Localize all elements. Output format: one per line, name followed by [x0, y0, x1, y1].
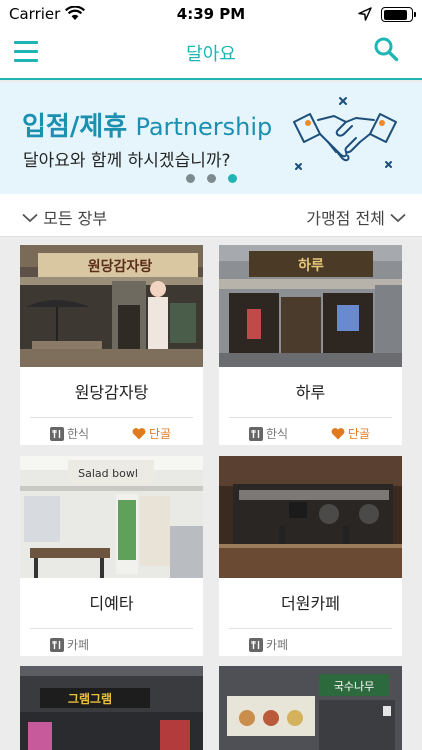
store-name: 하루 [295, 383, 326, 402]
pager-dot[interactable] [207, 174, 216, 183]
store-photo: Salad bowl [20, 456, 203, 578]
store-category: 한식 [50, 425, 89, 442]
category-label: 한식 [266, 427, 289, 441]
filter-bar: 모든 장부 가맹점 전체 [0, 194, 422, 237]
search-icon[interactable] [373, 36, 399, 62]
store-name: 원당감자탕 [74, 383, 149, 402]
store-sign: 국수나무 [334, 680, 374, 693]
ledger-filter-dropdown[interactable]: 모든 장부 [22, 205, 107, 229]
utensils-icon [249, 426, 263, 441]
store-photo [219, 456, 402, 578]
divider [229, 628, 392, 629]
divider [30, 628, 193, 629]
store-card[interactable]: 하루 하루 한식 단골 [219, 245, 402, 445]
banner-title: 입점/제휴 Partnership [22, 106, 272, 143]
store-card[interactable]: 원당감자탕 원당감자탕 한식 단골 [20, 245, 203, 445]
location-arrow-icon [358, 7, 372, 21]
banner-title-ko: 입점/제휴 [22, 112, 128, 142]
status-bar: Carrier 4:39 PM [0, 0, 422, 30]
heart-icon [331, 428, 345, 440]
store-filter-label: 가맹점 전체 [306, 209, 385, 228]
category-label: 카페 [67, 638, 90, 652]
favorite-label: 단골 [348, 427, 371, 441]
store-name: 더원카페 [281, 594, 340, 613]
partnership-banner[interactable]: 입점/제휴 Partnership 달아요와 함께 하시겠습니까? [0, 82, 422, 194]
nav-bar: 달아요 [0, 30, 422, 80]
chevron-down-icon [390, 213, 406, 223]
category-label: 카페 [266, 638, 289, 652]
chevron-down-icon [22, 213, 38, 223]
favorite-badge[interactable]: 단골 [331, 425, 370, 442]
store-sign: Salad bowl [78, 467, 138, 480]
battery-icon [381, 7, 416, 22]
utensils-icon [249, 637, 263, 652]
store-sign: 원당감자탕 [88, 258, 153, 275]
store-photo: 원당감자탕 [20, 245, 203, 367]
store-name: 디예타 [89, 594, 134, 613]
store-filter-dropdown[interactable]: 가맹점 전체 [306, 205, 406, 229]
pager-dot[interactable] [186, 174, 195, 183]
store-photo: 그램그램 [20, 666, 203, 750]
handshake-icon [293, 97, 397, 170]
store-card[interactable]: Salad bowl 디예타 카페 [20, 456, 203, 656]
heart-icon [132, 428, 146, 440]
banner-title-en: Partnership [135, 113, 273, 141]
category-label: 한식 [67, 427, 90, 441]
store-photo: 하루 [219, 245, 402, 367]
store-card[interactable]: 국수나무 [219, 666, 402, 750]
store-card[interactable]: 그램그램 [20, 666, 203, 750]
page-title: 달아요 [186, 44, 236, 65]
store-category: 한식 [249, 425, 288, 442]
favorite-badge[interactable]: 단골 [132, 425, 171, 442]
divider [30, 417, 193, 418]
utensils-icon [50, 426, 64, 441]
store-photo: 국수나무 [219, 666, 402, 750]
divider [229, 417, 392, 418]
banner-subtitle: 달아요와 함께 하시겠습니까? [23, 151, 231, 171]
store-sign: 그램그램 [68, 691, 112, 706]
store-category: 카페 [249, 636, 288, 653]
store-sign: 하루 [298, 257, 324, 274]
pager-dot[interactable] [228, 174, 237, 183]
utensils-icon [50, 637, 64, 652]
store-category: 카페 [50, 636, 89, 653]
favorite-label: 단골 [149, 427, 172, 441]
ledger-filter-label: 모든 장부 [43, 209, 108, 228]
banner-pager [186, 174, 246, 184]
store-card[interactable]: 더원카페 카페 [219, 456, 402, 656]
